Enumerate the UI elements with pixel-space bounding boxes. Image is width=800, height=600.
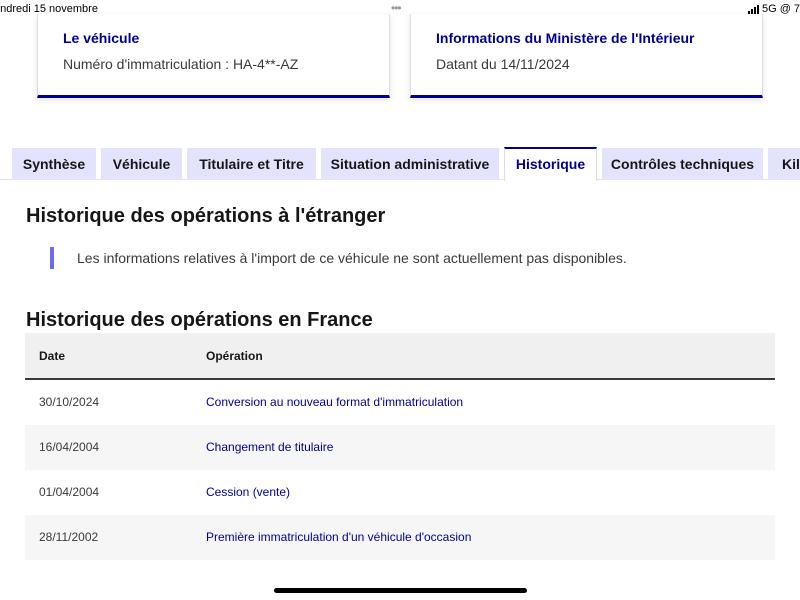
tab-vehicule[interactable]: Véhicule (101, 148, 182, 180)
callout-accent-bar (50, 247, 54, 269)
import-info-notice: Les informations relatives à l'import de… (77, 250, 627, 266)
row-operation-link[interactable]: Première immatriculation d'un véhicule d… (206, 530, 471, 544)
table-row: 28/11/2002 Première immatriculation d'un… (25, 515, 775, 560)
page: endredi 15 novembre ••• 5G @ 7 Le véhicu… (0, 0, 800, 600)
row-date: 01/04/2004 (39, 485, 100, 499)
registration-number: Numéro d'immatriculation : HA-4**-AZ (63, 56, 299, 72)
row-date: 30/10/2024 (39, 395, 100, 409)
table-row: 01/04/2004 Cession (vente) (25, 470, 775, 515)
row-date: 28/11/2002 (39, 530, 99, 544)
table-header: Date Opération (25, 333, 775, 380)
tab-bar: Synthèse Véhicule Titulaire et Titre Sit… (0, 147, 800, 181)
status-extra: @ 7 (779, 3, 800, 15)
tab-historique[interactable]: Historique (504, 147, 597, 181)
foreign-history-heading: Historique des opérations à l'étranger (26, 205, 386, 227)
tab-controles-techniques[interactable]: Contrôles techniques (602, 148, 763, 180)
table-row: 30/10/2024 Conversion au nouveau format … (25, 380, 775, 425)
tab-kilometrage[interactable]: Kilo (768, 148, 800, 180)
table-row: 16/04/2004 Changement de titulaire (25, 425, 775, 470)
row-operation-link[interactable]: Conversion au nouveau format d'immatricu… (206, 395, 463, 409)
ministry-info-date: Datant du 14/11/2024 (436, 56, 570, 72)
vehicle-card-title: Le véhicule (63, 30, 140, 46)
column-header-date: Date (39, 349, 66, 363)
row-operation-link[interactable]: Cession (vente) (206, 485, 290, 499)
tab-titulaire-et-titre[interactable]: Titulaire et Titre (187, 148, 316, 180)
column-header-operation: Opération (206, 349, 263, 363)
vehicle-card: Le véhicule Numéro d'immatriculation : H… (37, 14, 390, 98)
tab-synthese[interactable]: Synthèse (12, 148, 96, 180)
signal-icon (748, 4, 759, 14)
row-date: 16/04/2004 (39, 440, 100, 454)
france-history-table: Date Opération 30/10/2024 Conversion au … (25, 333, 775, 560)
ministry-info-card: Informations du Ministère de l'Intérieur… (410, 14, 763, 98)
tab-situation-administrative[interactable]: Situation administrative (321, 148, 499, 180)
network-label: 5G (762, 3, 777, 15)
home-indicator[interactable] (274, 588, 527, 593)
ministry-card-title: Informations du Ministère de l'Intérieur (436, 30, 695, 46)
multitasking-dots-icon[interactable]: ••• (391, 1, 402, 15)
row-operation-link[interactable]: Changement de titulaire (206, 440, 333, 454)
france-history-heading: Historique des opérations en France (26, 309, 373, 331)
